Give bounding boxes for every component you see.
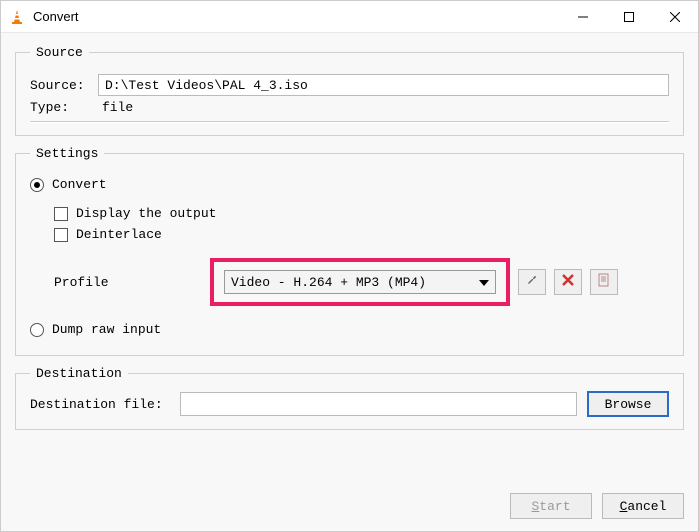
type-value: file (98, 100, 133, 115)
source-label: Source: (30, 78, 98, 93)
source-input[interactable] (98, 74, 669, 96)
cancel-button[interactable]: Cancel (602, 493, 684, 519)
profile-highlight: Video - H.264 + MP3 (MP4) (210, 258, 510, 306)
radio-icon (30, 323, 44, 337)
deinterlace-checkbox[interactable]: Deinterlace (30, 227, 669, 242)
chevron-down-icon (479, 275, 489, 290)
dialog-footer: Start Cancel (1, 487, 698, 531)
new-profile-button[interactable] (590, 269, 618, 295)
delete-x-icon (562, 274, 574, 290)
wrench-icon (525, 273, 539, 291)
window-title: Convert (33, 9, 560, 24)
dialog-content: Source Source: Type: file Settings Conve… (1, 33, 698, 487)
display-output-label: Display the output (76, 206, 216, 221)
minimize-button[interactable] (560, 1, 606, 33)
destination-label: Destination file: (30, 397, 180, 412)
start-button: Start (510, 493, 592, 519)
edit-profile-button[interactable] (518, 269, 546, 295)
dump-raw-radio[interactable]: Dump raw input (30, 322, 669, 337)
destination-legend: Destination (30, 366, 128, 381)
profile-value: Video - H.264 + MP3 (MP4) (231, 275, 426, 290)
convert-radio-label: Convert (52, 177, 107, 192)
checkbox-icon (54, 228, 68, 242)
convert-dialog: Convert Source Source: Type: file Settin… (0, 0, 699, 532)
browse-label: Browse (605, 397, 652, 412)
deinterlace-label: Deinterlace (76, 227, 162, 242)
close-button[interactable] (652, 1, 698, 33)
titlebar: Convert (1, 1, 698, 33)
profile-label: Profile (30, 275, 210, 290)
vlc-cone-icon (9, 9, 25, 25)
checkbox-icon (54, 207, 68, 221)
type-label: Type: (30, 100, 98, 115)
source-group: Source Source: Type: file (15, 45, 684, 136)
convert-radio[interactable]: Convert (30, 177, 669, 192)
profile-select[interactable]: Video - H.264 + MP3 (MP4) (224, 270, 496, 294)
radio-icon (30, 178, 44, 192)
browse-button[interactable]: Browse (587, 391, 669, 417)
destination-input[interactable] (180, 392, 577, 416)
settings-legend: Settings (30, 146, 104, 161)
source-legend: Source (30, 45, 89, 60)
destination-group: Destination Destination file: Browse (15, 366, 684, 430)
settings-group: Settings Convert Display the output Dein… (15, 146, 684, 356)
maximize-button[interactable] (606, 1, 652, 33)
dump-raw-label: Dump raw input (52, 322, 161, 337)
delete-profile-button[interactable] (554, 269, 582, 295)
display-output-checkbox[interactable]: Display the output (30, 206, 669, 221)
new-document-icon (597, 273, 611, 291)
